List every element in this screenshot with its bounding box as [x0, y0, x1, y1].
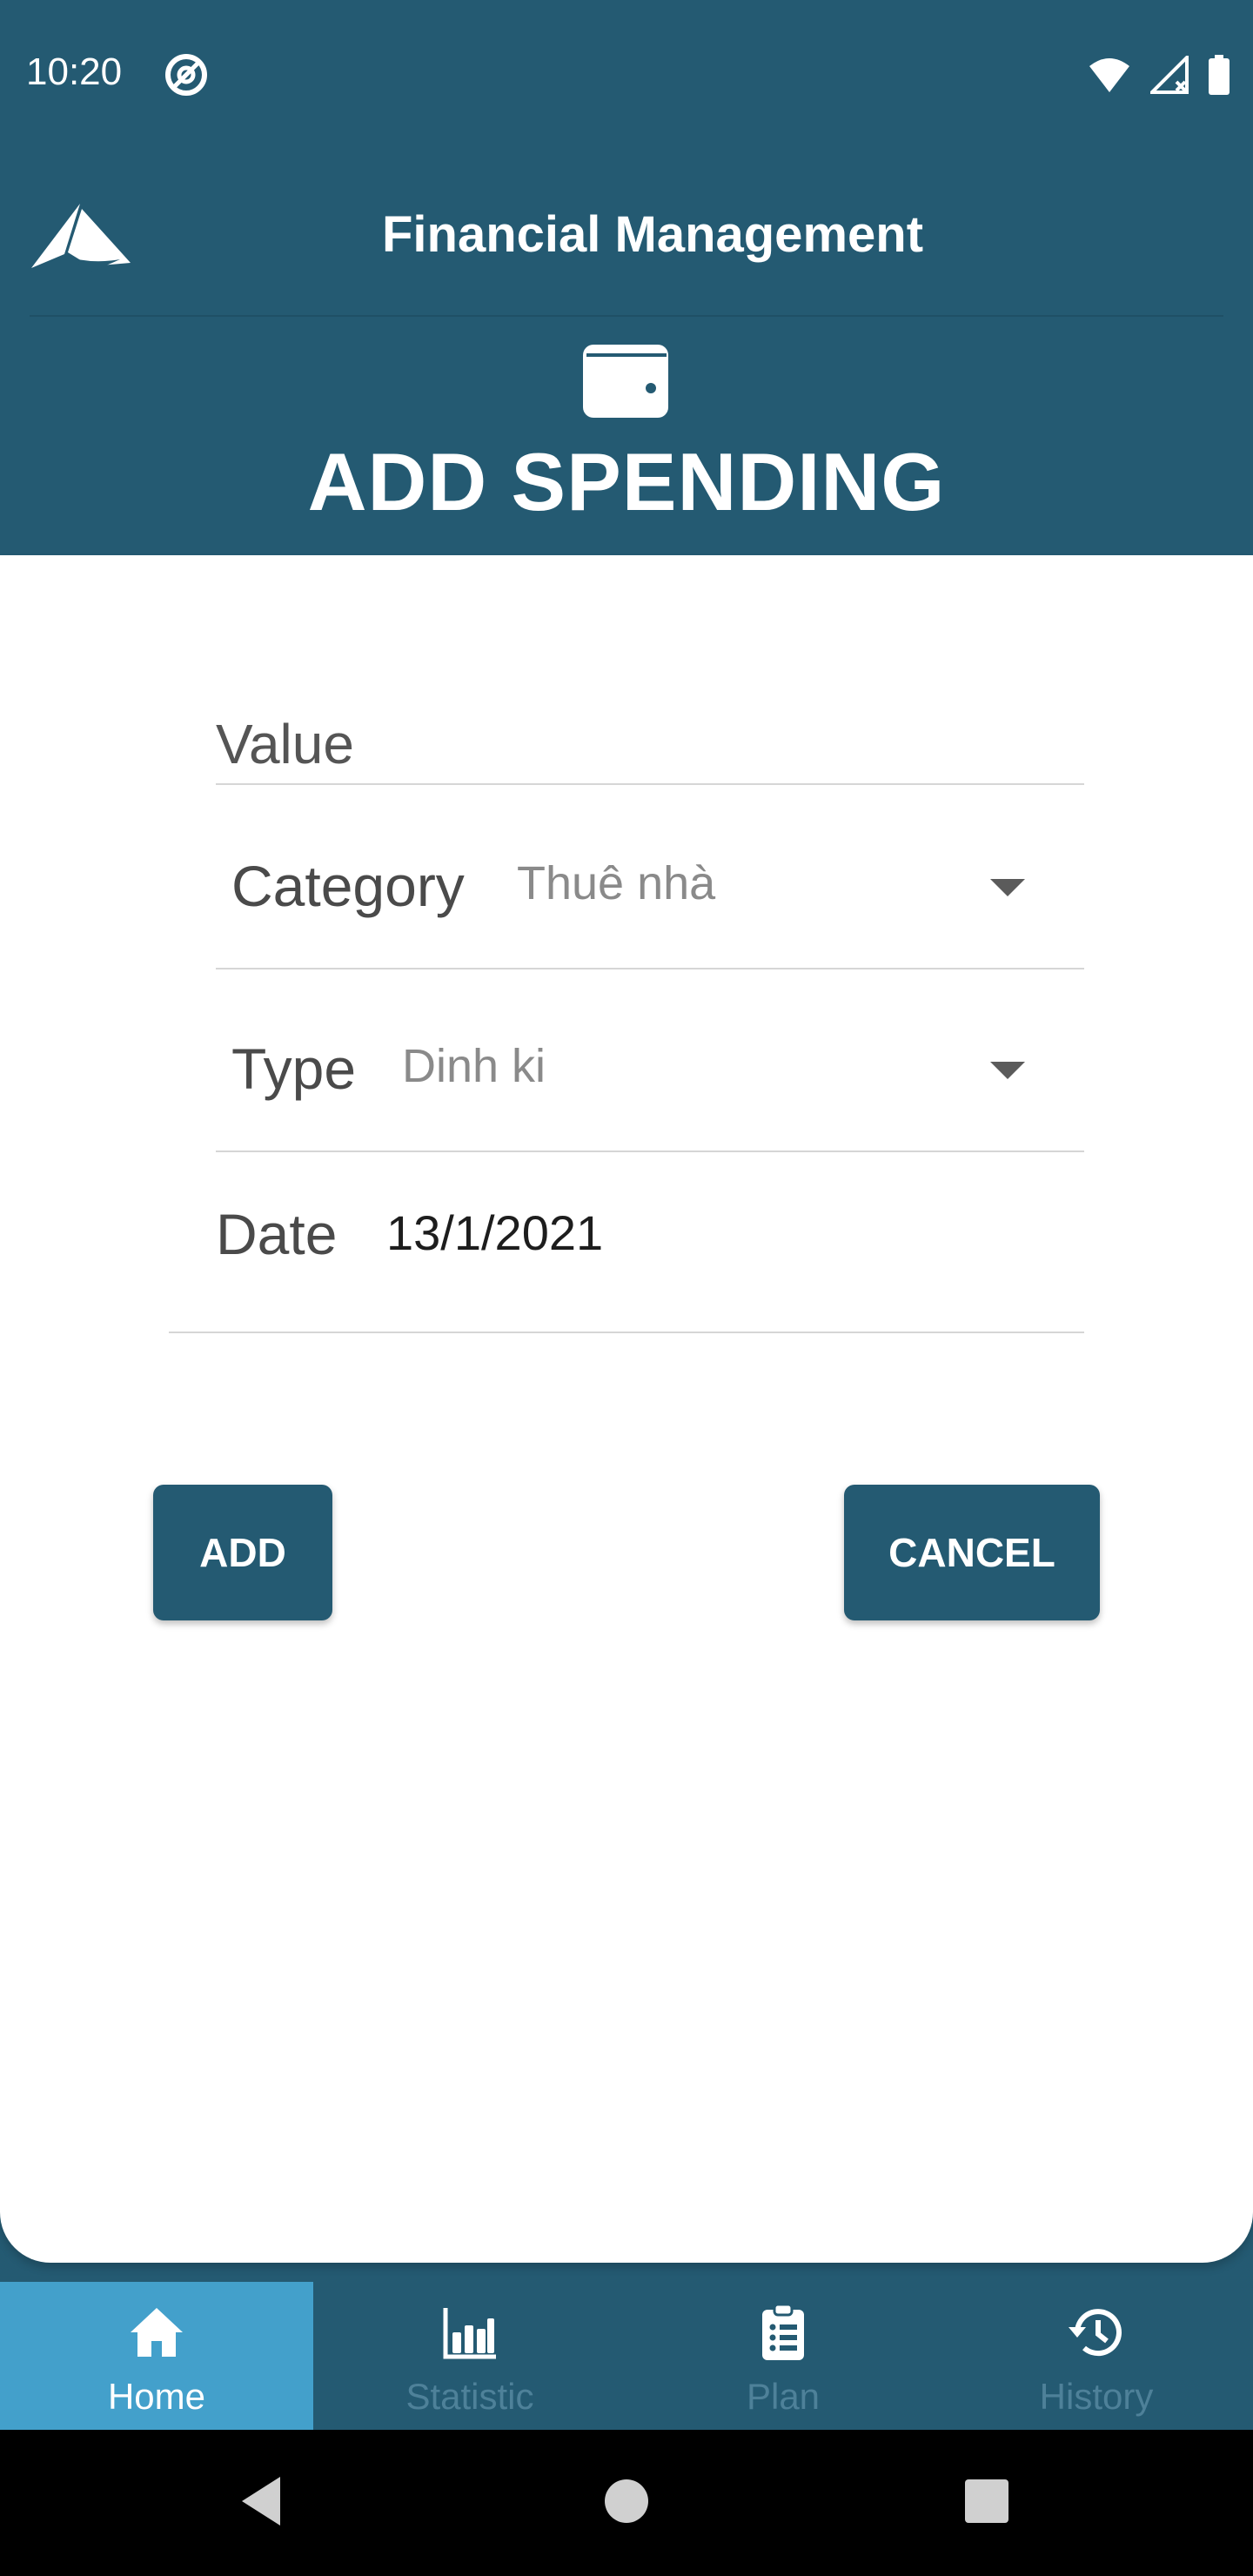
chevron-down-icon — [990, 879, 1025, 896]
app-title: Financial Management — [381, 206, 924, 263]
type-label: Type — [231, 1036, 357, 1101]
nav-label-history: History — [1039, 2376, 1154, 2417]
date-value: 13/1/2021 — [386, 1205, 604, 1260]
wallet-icon — [583, 345, 668, 418]
form-card: Value Category Thuê nhà Type Dinh ki Dat… — [0, 555, 1253, 2263]
nav-item-home[interactable]: Home — [0, 2282, 313, 2430]
date-field[interactable]: Date 13/1/2021 — [169, 1149, 1084, 1333]
value-placeholder: Value — [216, 713, 354, 775]
recents-icon[interactable] — [964, 2479, 1009, 2524]
category-select[interactable]: Category Thuê nhà — [216, 785, 1084, 969]
home-icon — [131, 2308, 183, 2357]
cancel-button[interactable]: CANCEL — [844, 1485, 1100, 1620]
app-header: 10:20 Financial Management ADD SPENDING — [0, 0, 1253, 555]
status-icons — [1088, 54, 1230, 96]
back-icon[interactable] — [238, 2475, 284, 2527]
app-logo-icon — [31, 204, 131, 272]
nav-label-statistic: Statistic — [405, 2376, 534, 2417]
nav-label-home: Home — [107, 2376, 206, 2417]
add-button[interactable]: ADD — [153, 1485, 332, 1620]
nav-label-plan: Plan — [746, 2376, 821, 2417]
nav-item-history[interactable]: History — [940, 2282, 1253, 2430]
at-sign-icon — [165, 54, 207, 96]
category-value: Thuê nhà — [517, 857, 716, 909]
system-nav-bar — [0, 2430, 1253, 2576]
history-icon — [1069, 2309, 1122, 2357]
date-label: Date — [216, 1202, 338, 1266]
nav-item-statistic[interactable]: Statistic — [313, 2282, 626, 2430]
type-value: Dinh ki — [402, 1040, 546, 1092]
chevron-down-icon — [990, 1062, 1025, 1079]
status-time: 10:20 — [26, 50, 123, 93]
category-label: Category — [231, 854, 465, 918]
header-divider — [30, 315, 1223, 317]
home-circle-icon[interactable] — [604, 2479, 649, 2524]
battery-icon — [1209, 55, 1230, 95]
page-title: ADD SPENDING — [307, 436, 946, 527]
signal-icon — [1150, 56, 1189, 94]
wifi-icon — [1089, 58, 1129, 92]
clipboard-list-icon — [762, 2303, 804, 2360]
bottom-nav: Home Statistic Plan History — [0, 2282, 1253, 2430]
nav-item-plan[interactable]: Plan — [626, 2282, 940, 2430]
value-input[interactable]: Value — [216, 712, 1084, 785]
type-select[interactable]: Type Dinh ki — [216, 968, 1084, 1152]
bar-chart-icon — [443, 2308, 496, 2359]
